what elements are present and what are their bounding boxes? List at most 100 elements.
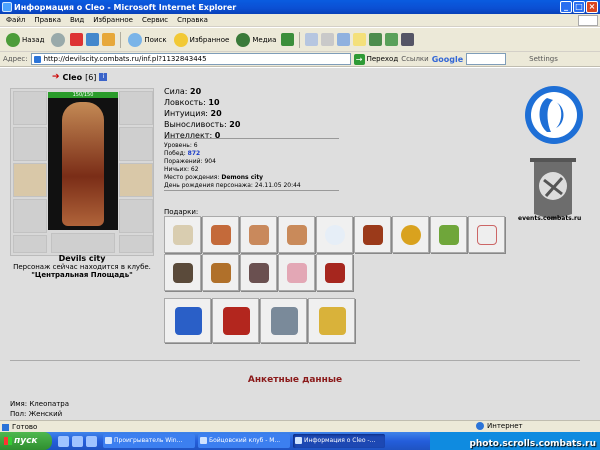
settings-button[interactable]: Settings — [529, 55, 558, 63]
search-icon — [128, 32, 143, 47]
back-button[interactable]: Назад — [4, 31, 46, 49]
slot-weapon-left[interactable] — [13, 163, 47, 197]
stop-icon[interactable] — [70, 33, 84, 46]
slot-legs[interactable] — [119, 199, 153, 233]
ie-icon — [2, 2, 12, 12]
gift-item[interactable] — [164, 298, 211, 343]
mail-icon[interactable] — [305, 33, 319, 46]
google-search-input[interactable] — [466, 53, 507, 65]
questionnaire-title: Анкетные данные — [247, 375, 343, 385]
menu-tools[interactable]: Сервис — [142, 16, 168, 24]
taskbar-item-cleo-info[interactable]: Информация о Cleo -... — [293, 434, 385, 448]
home-icon[interactable] — [102, 33, 116, 46]
close-button[interactable]: × — [586, 1, 598, 13]
calc-icon[interactable] — [401, 33, 415, 46]
url-field[interactable]: http://devilscity.combats.ru/inf.pl?1132… — [30, 53, 351, 65]
research-icon[interactable] — [369, 33, 383, 46]
minimize-button[interactable]: _ — [560, 1, 572, 13]
search-button[interactable]: Поиск — [126, 31, 168, 49]
gift-item[interactable] — [240, 216, 277, 253]
clan-emblem-icon[interactable] — [523, 84, 585, 146]
slot-earrings[interactable] — [13, 127, 47, 161]
gifts-label: Подарки: — [164, 208, 199, 216]
slot-boots[interactable] — [119, 235, 153, 253]
menu-file[interactable]: Файл — [6, 16, 25, 24]
window-titlebar: Информация о Cleo - Microsoft Internet E… — [0, 0, 600, 14]
slot-ring[interactable] — [13, 235, 47, 253]
taskbar-item-media-player[interactable]: Проигрыватель Win... — [103, 434, 195, 448]
bear-icon — [249, 225, 269, 245]
notes-icon[interactable] — [353, 33, 367, 46]
window-title: Информация о Cleo - Microsoft Internet E… — [14, 2, 237, 12]
address-label: Адрес: — [3, 55, 28, 63]
gift-item[interactable] — [212, 298, 259, 343]
edit-icon[interactable] — [337, 33, 351, 46]
gift-item[interactable] — [316, 216, 353, 253]
gift-item[interactable] — [278, 254, 315, 291]
maximize-button[interactable]: □ — [573, 1, 585, 13]
gift-item[interactable] — [308, 298, 355, 343]
gift-item[interactable] — [430, 216, 467, 253]
bear-santa-icon — [211, 225, 231, 245]
slot-weapon-right[interactable] — [119, 163, 153, 197]
gift-item[interactable] — [260, 298, 307, 343]
links-label[interactable]: Ссылки — [401, 55, 429, 63]
go-button[interactable]: → Переход — [353, 53, 398, 65]
windows-logo-icon — [578, 15, 598, 26]
gift-item[interactable] — [278, 216, 315, 253]
start-button[interactable]: пуск — [0, 432, 52, 450]
gift-item[interactable] — [392, 216, 429, 253]
events-link[interactable]: events.combats.ru — [518, 215, 581, 222]
gift-item[interactable] — [316, 254, 353, 291]
present-box-icon — [325, 263, 345, 283]
slot-helmet[interactable] — [13, 91, 47, 125]
gift-item[interactable] — [354, 216, 391, 253]
status-text: Готово — [0, 423, 37, 431]
quicklaunch-icon[interactable] — [72, 435, 83, 447]
golden-boxes-icon — [319, 307, 346, 335]
bear-icon — [287, 225, 307, 245]
christmas-tree-card-icon — [175, 307, 202, 335]
info-row: День рождения персонажа: 24.11.05 20:44 — [164, 182, 301, 189]
menu-help[interactable]: Справка — [177, 16, 208, 24]
private-arrow-icon[interactable]: ➔ — [52, 72, 60, 82]
character-level: [6] — [85, 72, 97, 82]
events-banner-icon[interactable] — [522, 156, 584, 220]
info-row: Уровень: 6 — [164, 142, 198, 149]
slot-belt[interactable] — [51, 233, 115, 253]
gift-item[interactable] — [202, 216, 239, 253]
gift-item[interactable] — [468, 216, 505, 253]
print-icon[interactable] — [321, 33, 335, 46]
favorites-button[interactable]: Избранное — [172, 31, 232, 49]
quicklaunch-icon[interactable] — [86, 435, 97, 447]
stat-row: Сила: 20 — [164, 87, 202, 96]
messenger-icon[interactable] — [385, 33, 399, 46]
taskbar-item-fight-club[interactable]: Бойцовский клуб - М... — [198, 434, 290, 448]
refresh-icon[interactable] — [86, 33, 100, 46]
info-icon[interactable]: i — [99, 73, 108, 81]
media-button[interactable]: Медиа — [234, 31, 278, 49]
info-block: Уровень: 6 Побед: 872 Поражений: 904 Нич… — [164, 142, 301, 190]
history-icon[interactable] — [281, 33, 295, 46]
menu-view[interactable]: Вид — [70, 16, 84, 24]
slot-star[interactable] — [119, 91, 153, 125]
taskbar: пуск Проигрыватель Win... Бойцовский клу… — [0, 432, 600, 450]
gift-item[interactable] — [164, 216, 201, 253]
slot-armor[interactable] — [13, 199, 47, 233]
flowers-icon — [271, 307, 298, 335]
menu-bar: Файл Правка Вид Избранное Сервис Справка — [0, 14, 600, 27]
gift-item[interactable] — [240, 254, 277, 291]
equipment-panel: 150/150 — [10, 88, 154, 256]
hp-bar: 150/150 — [48, 92, 118, 98]
menu-favorites[interactable]: Избранное — [93, 16, 133, 24]
gift-item[interactable] — [164, 254, 201, 291]
quicklaunch-icon[interactable] — [58, 435, 69, 447]
gift-item[interactable] — [202, 254, 239, 291]
character-name: Cleo — [62, 72, 83, 82]
menu-edit[interactable]: Правка — [34, 16, 61, 24]
slot-gloves[interactable] — [119, 127, 153, 161]
white-rabbit-icon — [477, 225, 497, 245]
forward-button[interactable] — [49, 31, 67, 49]
page-content: ➔ Cleo [6] i 150/150 Devils city Персона… — [0, 68, 600, 420]
stat-row: Интеллект: 0 — [164, 131, 221, 140]
